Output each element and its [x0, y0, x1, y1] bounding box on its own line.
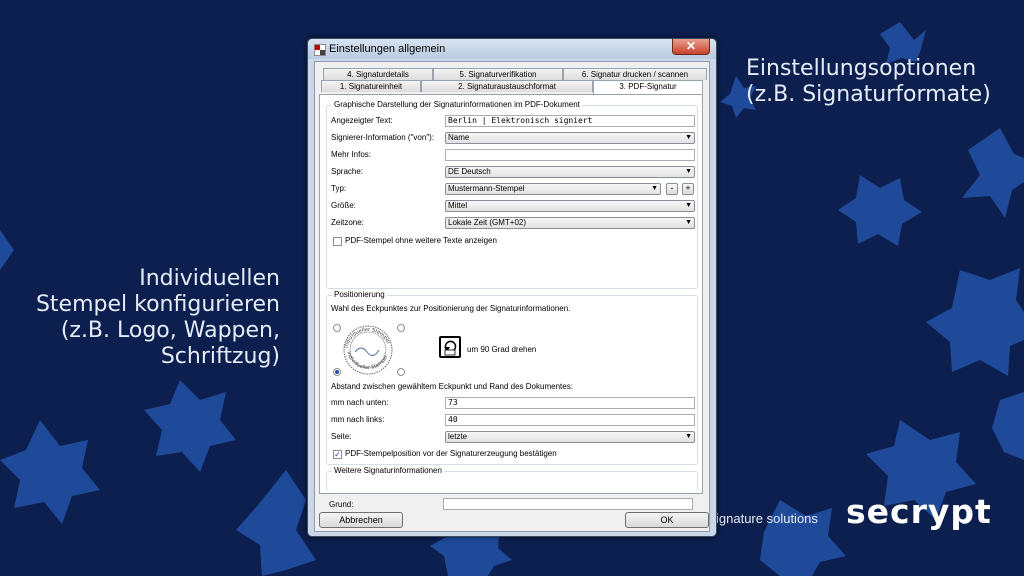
ok-button[interactable]: OK: [625, 512, 709, 528]
background-star: [838, 175, 922, 246]
timezone-value: Lokale Zeit (GMT+02): [448, 218, 527, 227]
checkmark-icon: ✓: [334, 450, 341, 459]
page-label: Seite:: [331, 432, 352, 441]
down-label: mm nach unten:: [331, 398, 389, 407]
left-label: mm nach links:: [331, 415, 385, 424]
left-caption: Individuellen Stempel konfigurieren (z.B…: [36, 266, 280, 370]
chevron-down-icon: ▼: [685, 202, 692, 209]
confirm-checkbox-label: PDF-Stempelposition vor der Signaturerze…: [345, 449, 557, 458]
group-title: Positionierung: [332, 290, 387, 299]
background-star: [0, 420, 100, 524]
left-caption-line: Individuellen: [139, 266, 280, 291]
corner-label: Wahl des Eckpunktes zur Positionierung d…: [331, 304, 571, 313]
brand-tagline: ignature solutions: [716, 511, 818, 526]
group-title: Graphische Darstellung der Signaturinfor…: [332, 100, 582, 109]
rotate-icon: [444, 340, 457, 356]
left-input[interactable]: 40: [445, 414, 695, 426]
left-caption-line: (z.B. Logo, Wappen,: [60, 318, 280, 343]
signer-select[interactable]: Name ▼: [445, 132, 695, 144]
tab-signaturverifikation[interactable]: 5. Signaturverifikation: [433, 68, 563, 80]
down-input[interactable]: 73: [445, 397, 695, 409]
no-text-checkbox[interactable]: [333, 237, 342, 246]
chevron-down-icon: ▼: [651, 185, 658, 192]
background-star: [236, 470, 316, 576]
background-star: [992, 392, 1024, 460]
size-label: Größe:: [331, 201, 356, 210]
more-signature-group: Weitere Signaturinformationen: [326, 466, 698, 491]
language-value: DE Deutsch: [448, 167, 491, 176]
positioning-group: Positionierung Wahl des Eckpunktes zur P…: [326, 290, 698, 465]
distance-label: Abstand zwischen gewähltem Eckpunkt und …: [331, 382, 573, 391]
type-add-button[interactable]: +: [682, 183, 694, 195]
reason-input[interactable]: [443, 498, 693, 510]
right-caption: Einstellungsoptionen (z.B. Signaturforma…: [746, 56, 991, 108]
stamp-text-bottom: individueller Stempel: [345, 351, 389, 371]
graphic-group: Graphische Darstellung der Signaturinfor…: [326, 100, 698, 289]
signer-value: Name: [448, 133, 470, 142]
dialog-client: 4. Signaturdetails 5. Signaturverifikati…: [314, 61, 710, 532]
type-remove-button[interactable]: -: [666, 183, 678, 195]
rotate-label: um 90 Grad drehen: [467, 345, 537, 354]
chevron-down-icon: ▼: [685, 168, 692, 175]
language-label: Sprache:: [331, 167, 364, 176]
type-value: Mustermann-Stempel: [448, 184, 525, 193]
more-info-label: Mehr Infos:: [331, 150, 372, 159]
title-bar[interactable]: Einstellungen allgemein ✕: [308, 39, 716, 59]
page-select[interactable]: letzte ▼: [445, 431, 695, 443]
chevron-down-icon: ▼: [685, 134, 692, 141]
right-caption-line: Einstellungsoptionen: [746, 56, 977, 81]
background-star: [144, 380, 236, 472]
language-select[interactable]: DE Deutsch ▼: [445, 166, 695, 178]
tab-pdf-signatur[interactable]: 3. PDF-Signatur: [593, 80, 703, 94]
corner-bottom-right-radio[interactable]: [397, 368, 405, 376]
corner-top-right-radio[interactable]: [397, 324, 405, 332]
type-label: Typ:: [331, 184, 347, 193]
stamp-preview: individueller Stempel individueller Stem…: [343, 325, 393, 375]
close-icon: ✕: [685, 39, 697, 53]
tab-signaturaustauschformat[interactable]: 2. Signaturaustauschformat: [421, 80, 593, 92]
chevron-down-icon: ▼: [685, 433, 692, 440]
settings-window: Einstellungen allgemein ✕ 4. Signaturdet…: [307, 38, 717, 537]
page-value: letzte: [448, 432, 468, 441]
tab-signatureinheit[interactable]: 1. Signatureinheit: [321, 80, 421, 92]
rotate-button[interactable]: [439, 336, 461, 358]
no-text-checkbox-label: PDF-Stempel ohne weitere Texte anzeigen: [345, 236, 497, 245]
right-caption-line: (z.B. Signaturformate): [746, 82, 991, 107]
background-star: [962, 128, 1024, 218]
displayed-text-input[interactable]: Berlin | Elektronisch signiert: [445, 115, 695, 127]
background-star: [926, 268, 1024, 376]
tab-panel-pdf-signatur: Graphische Darstellung der Signaturinfor…: [319, 94, 703, 494]
size-select[interactable]: Mittel ▼: [445, 200, 695, 212]
brand-logo: secrypt: [846, 492, 992, 531]
timezone-select[interactable]: Lokale Zeit (GMT+02) ▼: [445, 217, 695, 229]
background-star: [0, 230, 14, 270]
reason-label: Grund:: [329, 500, 354, 509]
type-select[interactable]: Mustermann-Stempel ▼: [445, 183, 661, 195]
left-caption-line: Stempel konfigurieren: [35, 292, 280, 317]
app-icon: [314, 44, 326, 56]
timezone-label: Zeitzone:: [331, 218, 364, 227]
displayed-text-label: Angezeigter Text:: [331, 116, 393, 125]
group-title: Weitere Signaturinformationen: [332, 466, 444, 475]
more-info-input[interactable]: [445, 149, 695, 161]
confirm-checkbox[interactable]: ✓: [333, 450, 342, 459]
signer-label: Signierer-Information ("von"):: [331, 133, 435, 142]
chevron-down-icon: ▼: [685, 219, 692, 226]
tab-signatur-drucken[interactable]: 6. Signatur drucken / scannen: [563, 68, 707, 80]
close-button[interactable]: ✕: [672, 39, 710, 55]
tab-signaturdetails[interactable]: 4. Signaturdetails: [323, 68, 433, 80]
left-caption-line: Schriftzug): [160, 344, 280, 369]
svg-text:individueller Stempel: individueller Stempel: [345, 351, 389, 371]
size-value: Mittel: [448, 201, 468, 210]
window-title: Einstellungen allgemein: [329, 43, 446, 55]
cancel-button[interactable]: Abbrechen: [319, 512, 403, 528]
